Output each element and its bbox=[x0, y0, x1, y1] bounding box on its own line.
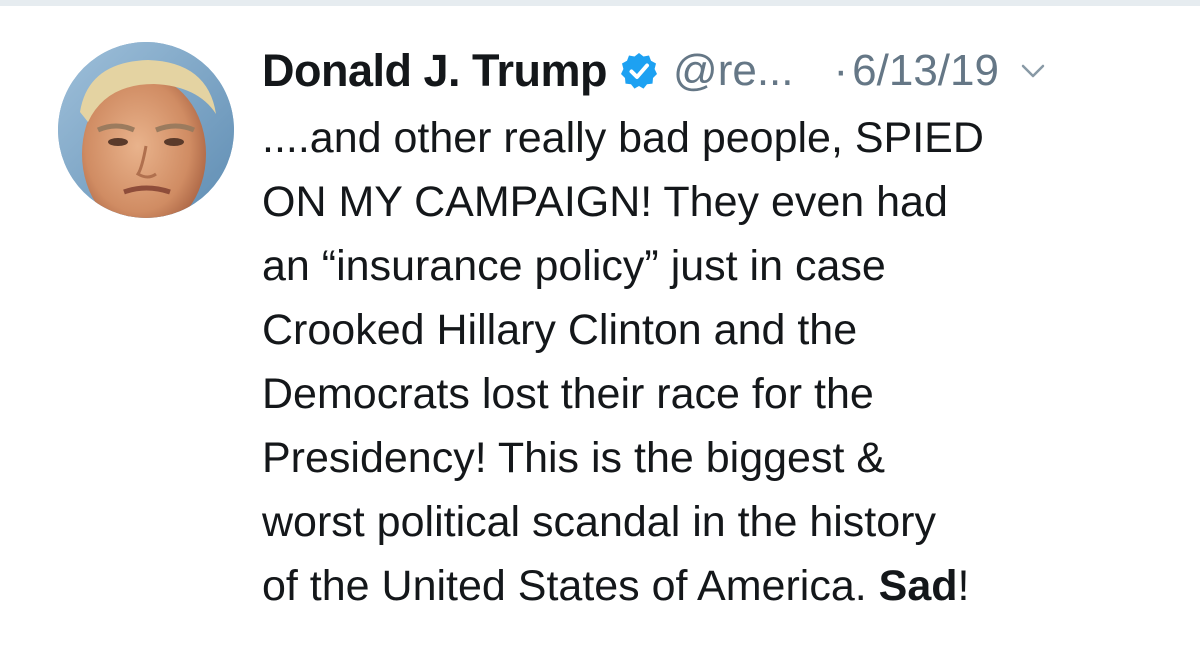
chevron-down-icon[interactable] bbox=[1019, 57, 1047, 85]
tweet-text-line: Crooked Hillary Clinton and the bbox=[262, 306, 858, 354]
tweet-header: Donald J. Trump @re... · 6/13/19 bbox=[262, 36, 1162, 106]
tweet-text-line: ON MY CAMPAIGN! They even had bbox=[262, 178, 948, 226]
tweet-text-line: Presidency! This is the biggest & bbox=[262, 434, 886, 482]
tweet-text-bold-segment: Sad bbox=[878, 562, 958, 610]
verified-badge-icon bbox=[621, 53, 658, 89]
tweet-text-line: Democrats lost their race for the bbox=[262, 370, 874, 418]
tweet-text-segment: of the United States of America. bbox=[262, 562, 879, 610]
tweet[interactable]: Donald J. Trump @re... · 6/13/19 ....and… bbox=[0, 6, 1200, 650]
user-handle[interactable]: @re... bbox=[673, 46, 793, 96]
tweet-timestamp[interactable]: 6/13/19 bbox=[852, 46, 999, 96]
meta-separator: · bbox=[833, 46, 849, 95]
tweet-text-line: ....and other really bad people, SPIED bbox=[262, 114, 984, 162]
avatar[interactable] bbox=[58, 42, 234, 218]
tweet-text: ....and other really bad people, SPIED O… bbox=[262, 106, 1162, 618]
display-name[interactable]: Donald J. Trump bbox=[262, 45, 608, 97]
tweet-text-line: worst political scandal in the history bbox=[262, 498, 936, 546]
avatar-photo bbox=[58, 42, 234, 218]
tweet-text-last-line: of the United States of America. Sad! bbox=[262, 554, 1162, 618]
tweet-text-segment-end: ! bbox=[957, 562, 970, 610]
tweet-text-line: an “insurance policy” just in case bbox=[262, 242, 886, 290]
